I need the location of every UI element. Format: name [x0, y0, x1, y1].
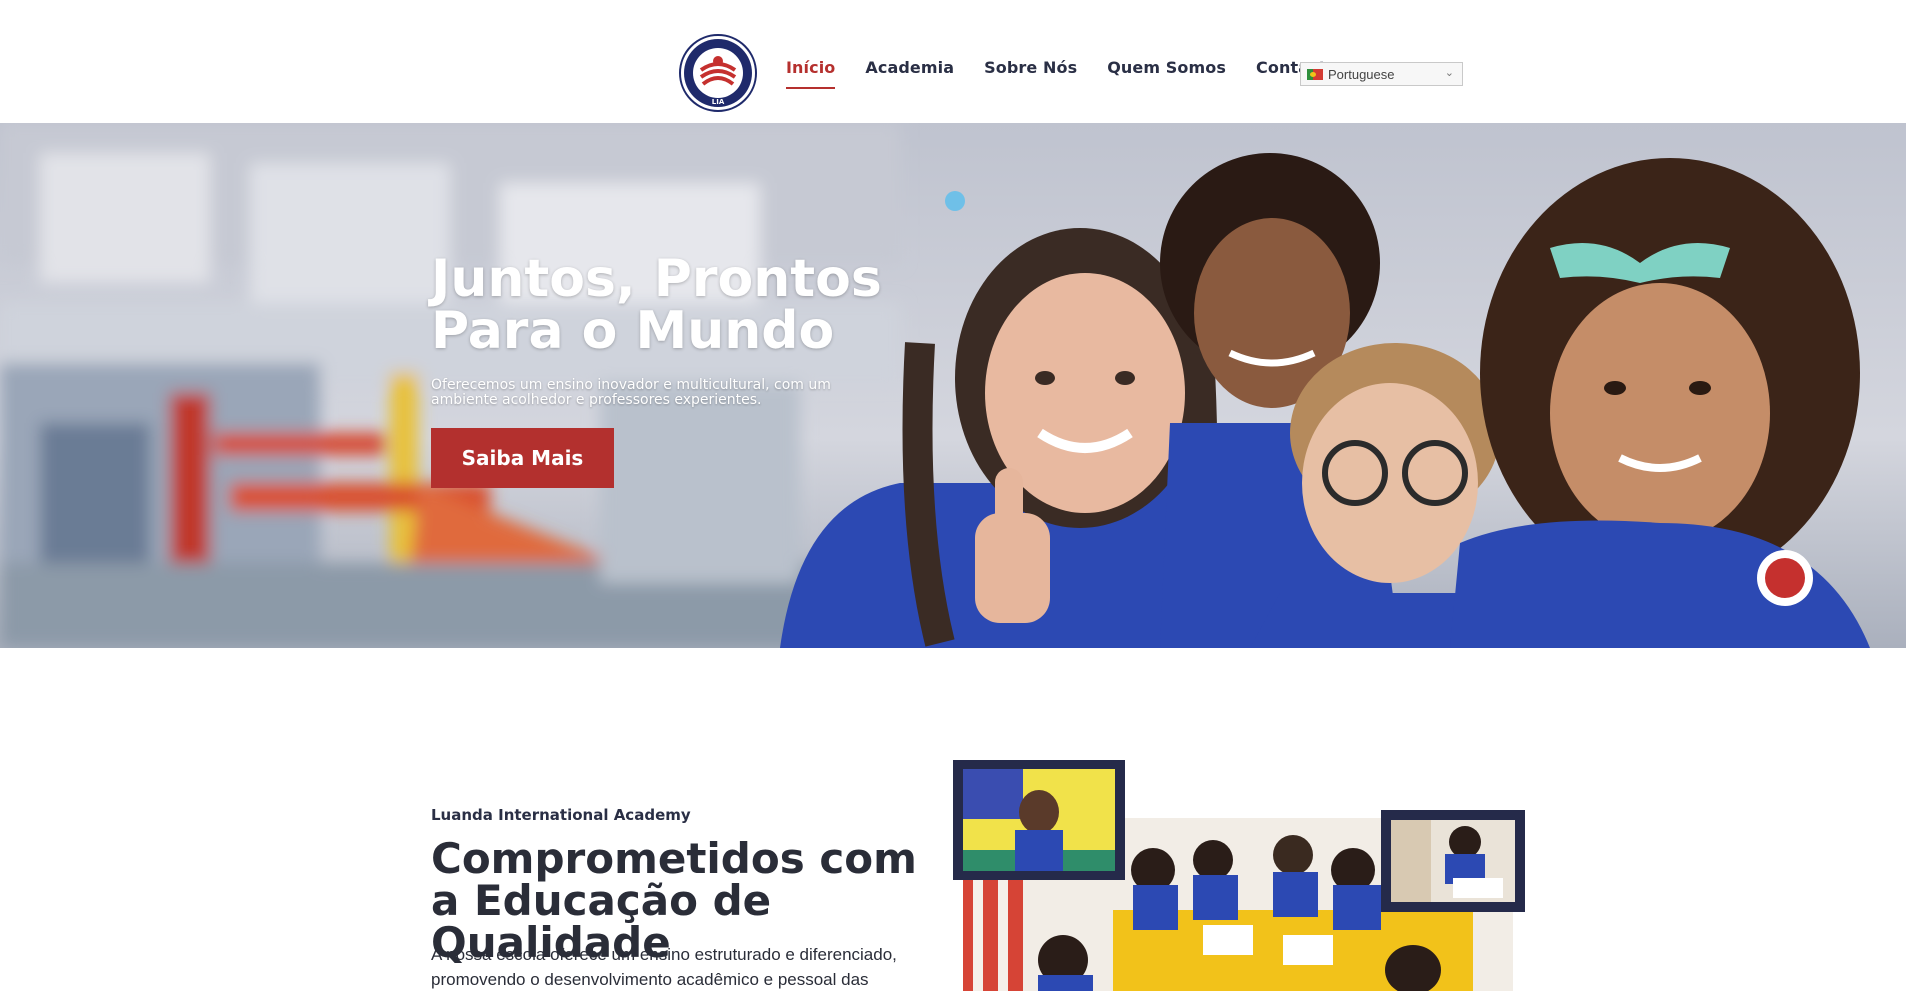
language-select[interactable]: Portuguese ⌄	[1300, 62, 1463, 86]
portugal-flag-icon	[1307, 68, 1323, 80]
language-label: Portuguese	[1328, 66, 1395, 82]
hero-title: Juntos, Prontos Para o Mundo	[431, 249, 882, 361]
saiba-mais-button[interactable]: Saiba Mais	[431, 428, 614, 488]
photo-gallery	[953, 760, 1525, 991]
site-header: LIA Início Academia Sobre Nós Quem Somos…	[0, 0, 1908, 123]
hero-banner: Juntos, Prontos Para o Mundo Oferecemos …	[0, 123, 1906, 648]
section-body: A nossa escola oferece um ensino estrutu…	[431, 945, 897, 989]
chevron-down-icon: ⌄	[1444, 67, 1454, 79]
writing-child-photo-frame	[1381, 810, 1525, 912]
hero-photo	[0, 123, 1906, 648]
nav-inicio[interactable]: Início	[786, 58, 836, 89]
nav-academia[interactable]: Academia	[865, 58, 954, 89]
nav-quem-somos[interactable]: Quem Somos	[1107, 58, 1226, 89]
nav-sobre-nos[interactable]: Sobre Nós	[984, 58, 1077, 89]
school-logo[interactable]: LIA	[679, 34, 757, 112]
child-photo-frame	[953, 760, 1125, 880]
main-nav: Início Academia Sobre Nós Quem Somos Con…	[786, 58, 1368, 89]
hero-subtitle: Oferecemos um ensino inovador e multicul…	[431, 377, 831, 408]
logo-text: LIA	[712, 98, 725, 106]
section-kicker: Luanda International Academy	[431, 806, 691, 824]
